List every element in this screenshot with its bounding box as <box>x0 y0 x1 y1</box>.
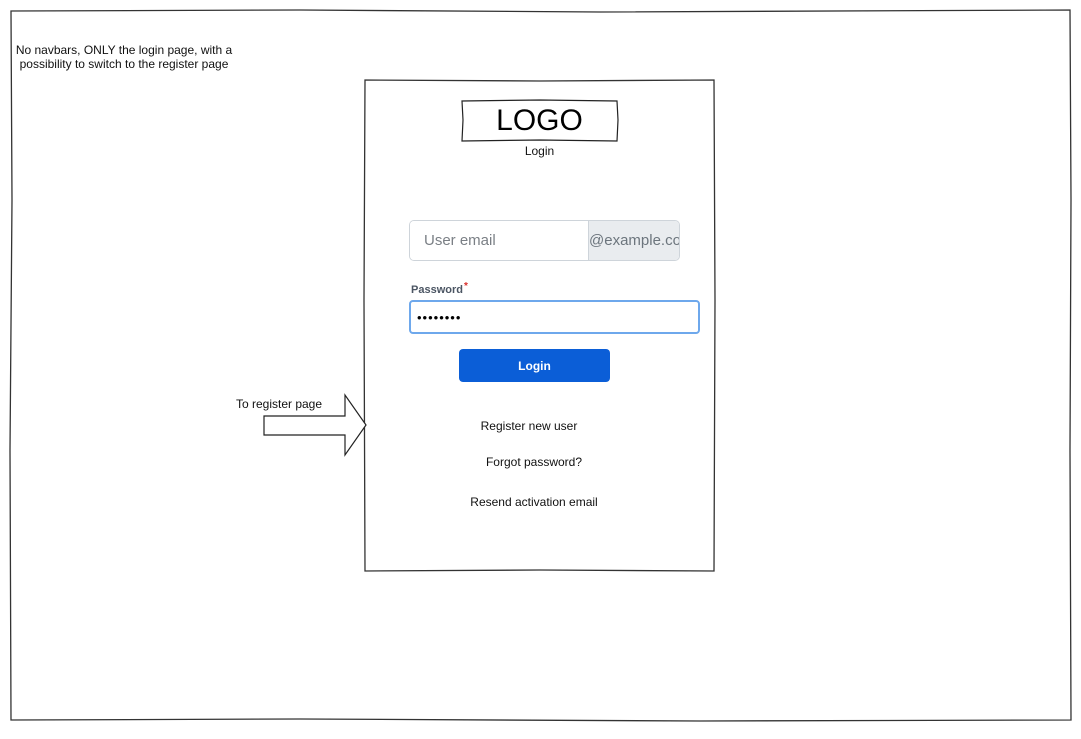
wireframe-note: No navbars, ONLY the login page, with a … <box>15 43 233 71</box>
register-link[interactable]: Register new user <box>429 419 629 433</box>
password-field[interactable] <box>409 300 700 334</box>
email-input-group: @example.com <box>409 220 680 261</box>
email-field[interactable] <box>410 221 588 260</box>
password-label: Password* <box>411 281 468 296</box>
required-mark: * <box>463 281 468 292</box>
password-label-text: Password <box>411 284 463 296</box>
login-button[interactable]: Login <box>459 349 610 382</box>
wireframe-canvas: No navbars, ONLY the login page, with a … <box>0 0 1081 739</box>
forgot-password-link[interactable]: Forgot password? <box>434 455 634 469</box>
email-domain-addon: @example.com <box>588 221 679 260</box>
page-title: Login <box>524 144 555 158</box>
resend-activation-link[interactable]: Resend activation email <box>434 495 634 509</box>
logo: LOGO <box>496 104 583 137</box>
arrow-label: To register page <box>235 397 323 411</box>
